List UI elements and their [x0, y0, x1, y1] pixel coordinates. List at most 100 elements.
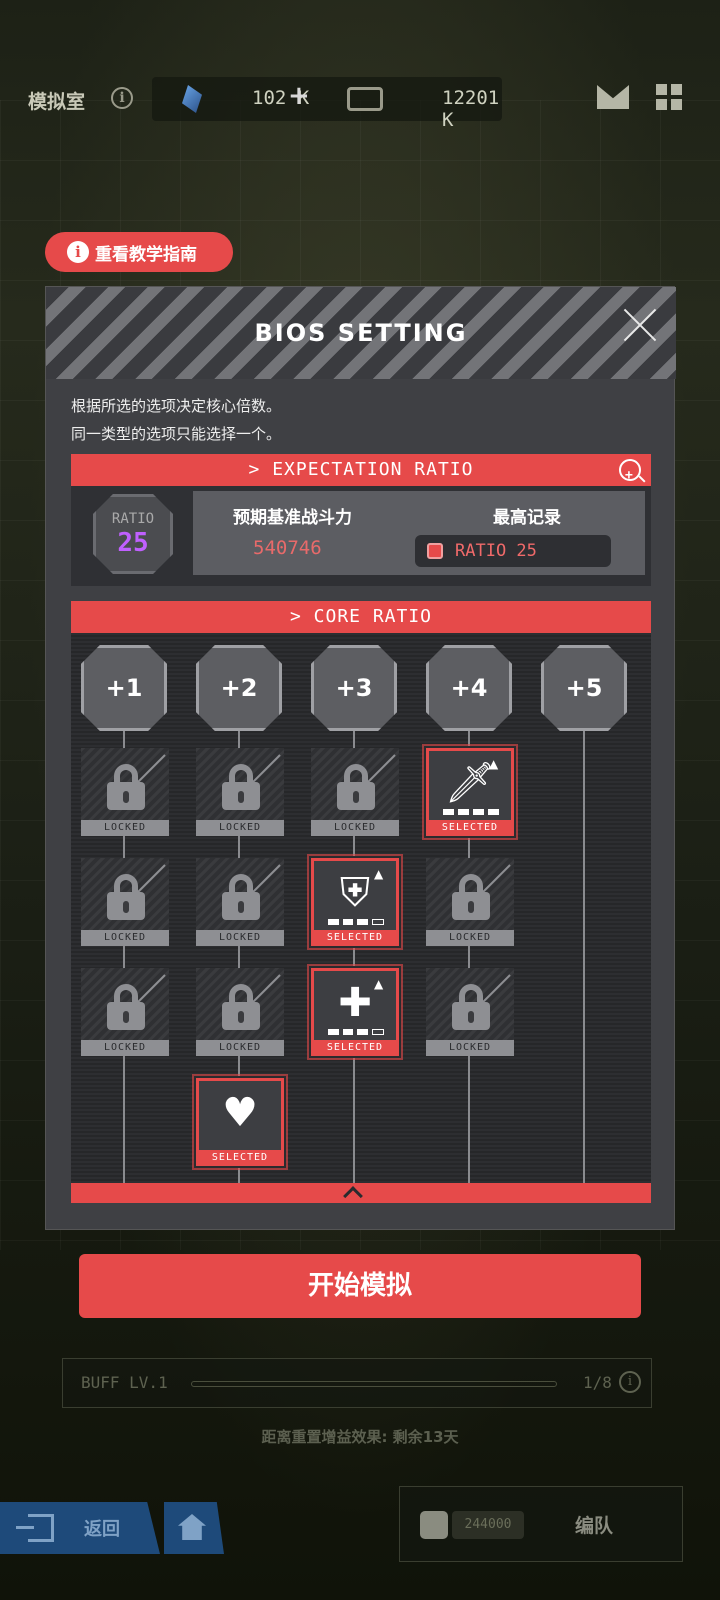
- level-indicator: [328, 919, 384, 925]
- back-label: 返回: [84, 1519, 120, 1540]
- level-indicator: [443, 809, 499, 815]
- back-button[interactable]: 返回: [0, 1502, 160, 1554]
- info-icon[interactable]: i: [111, 87, 133, 109]
- column-header-plus1: +1: [81, 645, 167, 731]
- column-header-label: +3: [335, 674, 373, 702]
- core-ratio-grid: +1 +2 +3 +4 +5 LOCKED LOCKED LOCKED ▲ 🗡 …: [71, 633, 651, 1193]
- locked-option[interactable]: LOCKED: [426, 968, 514, 1056]
- close-icon[interactable]: [622, 307, 658, 343]
- column-header-label: +2: [220, 674, 258, 702]
- locked-label: LOCKED: [196, 820, 284, 836]
- column-header-label: +4: [450, 674, 488, 702]
- locked-option[interactable]: LOCKED: [196, 968, 284, 1056]
- best-record-value: RATIO 25: [455, 541, 537, 561]
- record-square-icon: [427, 543, 443, 559]
- dialog-description-1: 根据所选的选项决定核心倍数。: [71, 397, 282, 415]
- core-ratio-header: > CORE RATIO: [71, 601, 651, 633]
- reset-countdown-text: 距离重置增益效果: 剩余13天: [261, 1428, 459, 1446]
- locked-label: LOCKED: [426, 930, 514, 946]
- lock-icon: [222, 984, 260, 1030]
- column-line: [583, 713, 585, 1193]
- core-ratio-title: > CORE RATIO: [289, 606, 433, 627]
- selected-label: SELECTED: [426, 820, 514, 836]
- locked-label: LOCKED: [81, 1040, 169, 1056]
- info-icon[interactable]: i: [619, 1371, 641, 1393]
- lock-icon: [107, 764, 145, 810]
- column-header-plus2: +2: [196, 645, 282, 731]
- locked-label: LOCKED: [311, 820, 399, 836]
- expected-power-label: 预期基准战斗力: [233, 508, 352, 528]
- column-header-label: +1: [105, 674, 143, 702]
- locked-option[interactable]: LOCKED: [81, 968, 169, 1056]
- ratio-badge: RATIO 25: [93, 494, 173, 574]
- dialog-title: BIOS SETTING: [254, 319, 468, 347]
- tutorial-guide-button[interactable]: i 重看教学指南: [45, 232, 233, 272]
- locked-option[interactable]: LOCKED: [196, 748, 284, 836]
- team-power-value: 244000: [452, 1511, 524, 1539]
- locked-label: LOCKED: [81, 820, 169, 836]
- add-resource-button[interactable]: +: [288, 81, 310, 111]
- top-bar: 模拟室 i 102 K + 12201 K: [0, 75, 720, 131]
- exit-icon: [16, 1514, 54, 1542]
- lock-icon: [222, 874, 260, 920]
- expectation-ratio-header: > EXPECTATION RATIO +: [71, 454, 651, 486]
- dialog-header: BIOS SETTING: [46, 287, 676, 379]
- locked-label: LOCKED: [196, 930, 284, 946]
- ratio-badge-value: 25: [117, 528, 149, 558]
- locked-option[interactable]: LOCKED: [311, 748, 399, 836]
- level-indicator: [328, 1029, 384, 1035]
- lock-icon: [452, 984, 490, 1030]
- selected-option-sword[interactable]: ▲ 🗡 SELECTED: [426, 748, 514, 836]
- resource-bar: 102 K + 12201 K: [152, 77, 502, 131]
- selected-label: SELECTED: [311, 930, 399, 946]
- resource-card-value: 12201 K: [442, 87, 500, 131]
- selected-label: SELECTED: [196, 1150, 284, 1166]
- heal-cross-icon: ✚: [338, 980, 372, 1026]
- locked-option[interactable]: LOCKED: [426, 858, 514, 946]
- lock-icon: [222, 764, 260, 810]
- selected-option-broken-heart[interactable]: ♥ SELECTED: [196, 1078, 284, 1166]
- selected-label: SELECTED: [311, 1040, 399, 1056]
- locked-label: LOCKED: [426, 1040, 514, 1056]
- locked-label: LOCKED: [196, 1040, 284, 1056]
- team-formation-label: 编队: [575, 1515, 614, 1537]
- buff-progress-track: [191, 1381, 557, 1387]
- dialog-description-2: 同一类型的选项只能选择一个。: [71, 425, 282, 443]
- column-header-plus4: +4: [426, 645, 512, 731]
- team-formation-button[interactable]: 244000 编队: [399, 1486, 683, 1562]
- info-icon: i: [67, 241, 89, 263]
- column-header-plus3: +3: [311, 645, 397, 731]
- expected-power-value: 540746: [253, 537, 322, 559]
- tutorial-guide-label: 重看教学指南: [95, 244, 197, 265]
- ratio-badge-label: RATIO: [111, 511, 155, 527]
- column-header-label: +5: [565, 674, 603, 702]
- locked-option[interactable]: LOCKED: [81, 858, 169, 946]
- card-icon: [347, 87, 383, 111]
- best-record-label: 最高记录: [493, 508, 561, 528]
- buff-label: BUFF LV.1: [81, 1373, 168, 1392]
- locked-label: LOCKED: [81, 930, 169, 946]
- selected-option-shield[interactable]: ▲ ⛨ SELECTED: [311, 858, 399, 946]
- sword-icon: 🗡: [444, 760, 496, 806]
- best-record-badge: RATIO 25: [415, 535, 611, 567]
- collapse-bar[interactable]: [71, 1183, 651, 1206]
- menu-grid-icon[interactable]: [656, 84, 682, 110]
- expectation-stats: 预期基准战斗力 540746 最高记录 RATIO 25: [193, 491, 645, 575]
- start-simulation-button[interactable]: 开始模拟: [79, 1254, 641, 1318]
- home-button[interactable]: [164, 1502, 224, 1554]
- lock-icon: [452, 874, 490, 920]
- buff-level-bar: BUFF LV.1 1/8 i: [62, 1358, 652, 1408]
- squad-icon: [420, 1511, 448, 1539]
- selected-option-heal[interactable]: ▲ ✚ SELECTED: [311, 968, 399, 1056]
- broken-heart-icon: ♥: [222, 1090, 258, 1136]
- chevron-up-icon: [343, 1186, 363, 1206]
- locked-option[interactable]: LOCKED: [196, 858, 284, 946]
- expectation-panel: RATIO 25 预期基准战斗力 540746 最高记录 RATIO 25: [71, 486, 651, 586]
- lock-icon: [107, 984, 145, 1030]
- expectation-ratio-title: > EXPECTATION RATIO: [248, 459, 474, 480]
- zoom-in-icon[interactable]: +: [619, 459, 641, 482]
- mail-icon[interactable]: [597, 85, 629, 109]
- column-header-plus5: +5: [541, 645, 627, 731]
- locked-option[interactable]: LOCKED: [81, 748, 169, 836]
- shield-icon: ⛨: [340, 870, 370, 916]
